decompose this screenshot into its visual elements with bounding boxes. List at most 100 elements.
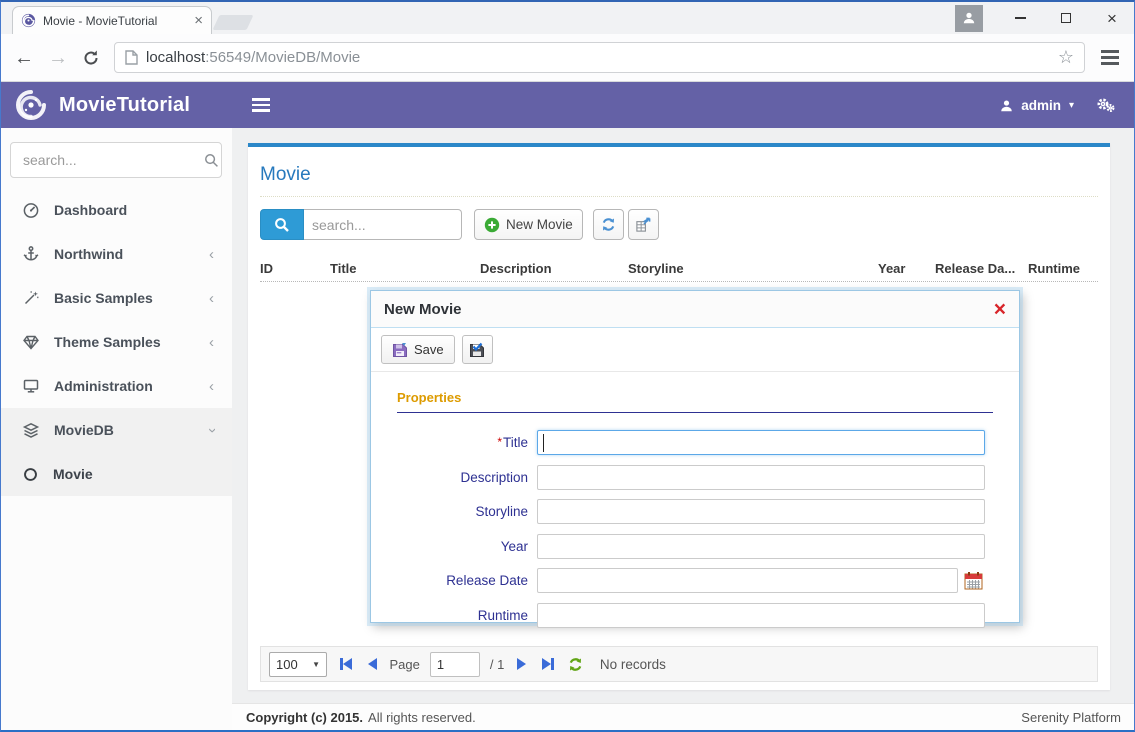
sidebar-toggle-icon[interactable] — [252, 98, 270, 112]
calendar-icon[interactable] — [963, 570, 984, 591]
layers-icon — [22, 421, 40, 439]
grid-search-input[interactable] — [304, 209, 462, 240]
maximize-button[interactable] — [1043, 2, 1089, 34]
column-header-release-date[interactable]: Release Da... — [935, 261, 1028, 276]
next-page-button[interactable] — [514, 658, 529, 670]
column-header-runtime[interactable]: Runtime — [1028, 261, 1098, 276]
browser-profile-button[interactable] — [955, 5, 983, 32]
column-header-id[interactable]: ID — [260, 261, 330, 276]
field-label-title: *Title — [397, 435, 537, 450]
column-header-description[interactable]: Description — [480, 261, 628, 276]
chevron-left-icon: ‹ — [209, 334, 214, 351]
minimize-button[interactable] — [997, 2, 1043, 34]
sidebar-item-movie[interactable]: Movie — [0, 452, 232, 496]
dialog-close-icon[interactable]: × — [994, 299, 1006, 320]
forward-button[interactable]: → — [48, 48, 68, 68]
field-label-year: Year — [397, 539, 537, 554]
sidebar-search[interactable] — [10, 142, 222, 178]
save-label: Save — [414, 342, 444, 357]
sidebar-item-label: Theme Samples — [54, 334, 161, 350]
chevron-left-icon: ‹ — [209, 378, 214, 395]
required-mark: * — [497, 435, 502, 449]
url-path: :56549/MovieDB/Movie — [205, 49, 360, 66]
column-header-title[interactable]: Title — [330, 261, 480, 276]
new-movie-dialog: New Movie × Save Properties *Title Descr… — [370, 290, 1020, 623]
close-icon: × — [1107, 10, 1117, 27]
runtime-input[interactable] — [537, 603, 985, 628]
column-header-storyline[interactable]: Storyline — [628, 261, 878, 276]
refresh-button[interactable] — [593, 209, 624, 240]
sidebar-item-label: MovieDB — [54, 422, 114, 438]
sidebar-item-label: Movie — [53, 466, 93, 482]
new-movie-button[interactable]: New Movie — [474, 209, 583, 240]
title-input[interactable] — [537, 430, 985, 455]
sidebar-item-basic-samples[interactable]: Basic Samples ‹ — [0, 276, 232, 320]
browser-navbar: ← → localhost:56549/MovieDB/Movie ☆ — [0, 34, 1135, 82]
user-caret-icon: ▾ — [1069, 100, 1074, 111]
page-number-input[interactable] — [430, 652, 480, 677]
chevron-left-icon: ‹ — [209, 290, 214, 307]
settings-gears-icon[interactable] — [1096, 97, 1115, 113]
last-page-button[interactable] — [539, 658, 557, 670]
user-icon — [1000, 99, 1013, 112]
plus-circle-icon — [484, 217, 500, 233]
new-tab-button[interactable] — [213, 15, 254, 30]
chevron-left-icon: ‹ — [209, 246, 214, 263]
export-excel-button[interactable] — [628, 209, 659, 240]
page-size-select[interactable]: 100 ▼ — [269, 652, 327, 677]
maximize-icon — [1061, 13, 1071, 23]
tab-title: Movie - MovieTutorial — [43, 14, 187, 28]
save-button[interactable]: Save — [381, 335, 455, 364]
sidebar-item-administration[interactable]: Administration ‹ — [0, 364, 232, 408]
description-input[interactable] — [537, 465, 985, 490]
minimize-icon — [1015, 17, 1026, 19]
records-status: No records — [600, 657, 666, 672]
sidebar-item-dashboard[interactable]: Dashboard — [0, 188, 232, 232]
year-input[interactable] — [537, 534, 985, 559]
tab-close-icon[interactable]: × — [194, 13, 203, 28]
sidebar-search-input[interactable] — [23, 152, 204, 168]
user-menu[interactable]: admin — [1021, 98, 1061, 113]
circle-icon — [22, 466, 39, 483]
serenity-logo-icon — [14, 88, 48, 122]
browser-titlebar: Movie - MovieTutorial × × — [0, 0, 1135, 34]
grid-refresh-icon[interactable] — [567, 656, 584, 673]
diamond-icon — [22, 333, 40, 351]
reload-button[interactable] — [82, 49, 100, 67]
anchor-icon — [22, 245, 40, 263]
browser-tab[interactable]: Movie - MovieTutorial × — [12, 6, 212, 34]
storyline-input[interactable] — [537, 499, 985, 524]
favicon-swirl-icon — [21, 13, 36, 28]
page-icon — [125, 50, 138, 65]
dialog-toolbar: Save — [371, 328, 1019, 372]
platform-text: Serenity Platform — [1021, 710, 1121, 725]
bookmark-star-icon[interactable]: ☆ — [1058, 47, 1074, 68]
prev-page-button[interactable] — [365, 658, 380, 670]
apply-changes-button[interactable] — [462, 335, 493, 364]
rights-text: All rights reserved. — [368, 710, 476, 725]
app-footer: Copyright (c) 2015. All rights reserved.… — [232, 703, 1135, 730]
search-icon — [204, 153, 219, 168]
field-label-description: Description — [397, 470, 537, 485]
dialog-titlebar[interactable]: New Movie × — [371, 291, 1019, 328]
grid-search-button[interactable] — [260, 209, 304, 240]
brand-area[interactable]: MovieTutorial — [0, 88, 232, 122]
title-separator — [260, 196, 1098, 197]
sidebar-item-theme-samples[interactable]: Theme Samples ‹ — [0, 320, 232, 364]
release-date-input[interactable] — [537, 568, 958, 593]
category-title: Properties — [397, 390, 993, 405]
sidebar-item-moviedb[interactable]: MovieDB ‹ — [0, 408, 232, 452]
url-bar[interactable]: localhost:56549/MovieDB/Movie ☆ — [114, 42, 1085, 73]
text-cursor — [543, 434, 544, 452]
sidebar-item-northwind[interactable]: Northwind ‹ — [0, 232, 232, 276]
dialog-title: New Movie — [384, 301, 462, 318]
column-header-year[interactable]: Year — [878, 261, 935, 276]
first-page-button[interactable] — [337, 658, 355, 670]
sidebar-item-label: Administration — [54, 378, 153, 394]
back-button[interactable]: ← — [14, 48, 34, 68]
browser-menu-icon[interactable] — [1099, 46, 1121, 69]
magic-wand-icon — [22, 289, 40, 307]
close-button[interactable]: × — [1089, 2, 1135, 34]
grid-toolbar: New Movie — [260, 209, 1098, 240]
save-disk-icon — [392, 342, 408, 358]
